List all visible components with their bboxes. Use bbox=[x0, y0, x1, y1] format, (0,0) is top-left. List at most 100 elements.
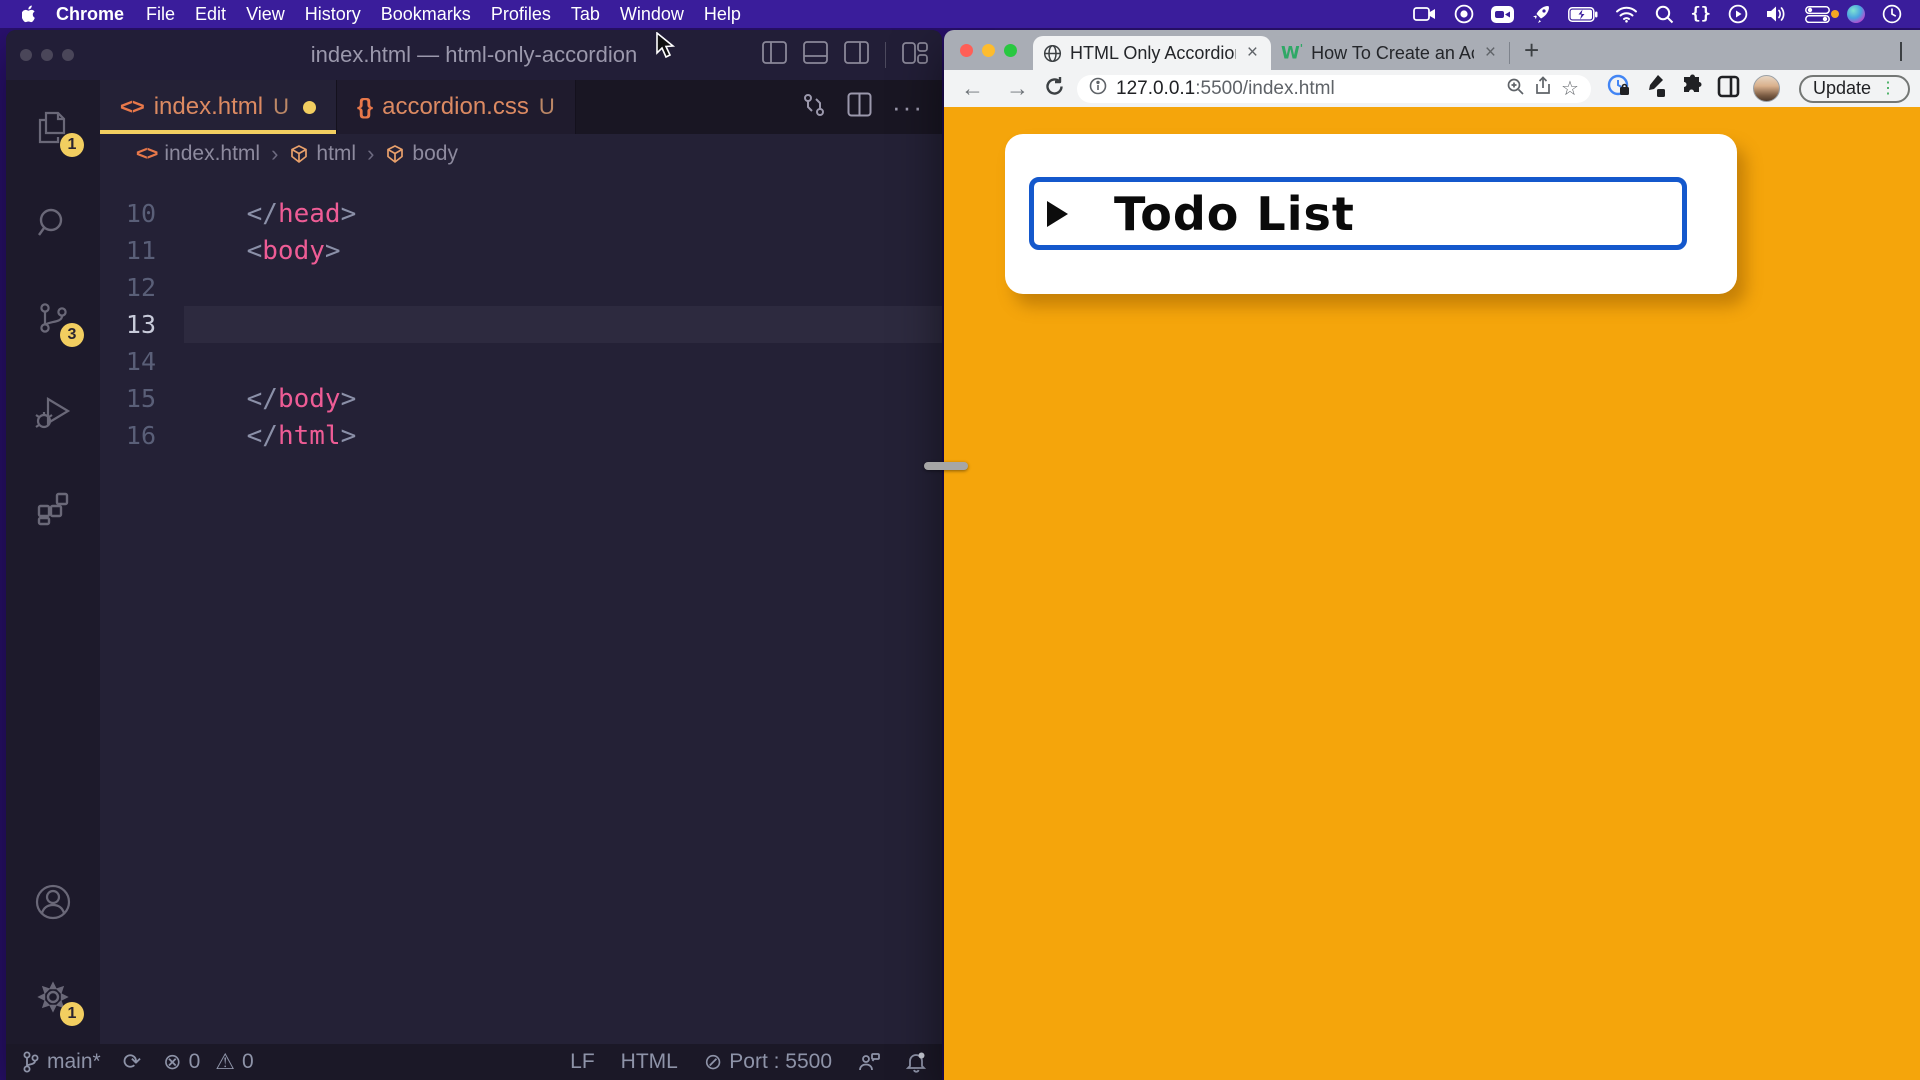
menu-tab[interactable]: Tab bbox=[561, 4, 610, 25]
customize-layout-icon[interactable] bbox=[902, 41, 928, 70]
line-number: 16 bbox=[100, 421, 184, 450]
extensions-puzzle-icon[interactable] bbox=[1680, 74, 1704, 103]
menu-file[interactable]: File bbox=[136, 4, 185, 25]
tab-label: accordion.css bbox=[382, 93, 529, 121]
html-file-icon: <> bbox=[120, 94, 144, 120]
code-line-11[interactable]: 11 <body> bbox=[100, 232, 942, 269]
menu-edit[interactable]: Edit bbox=[185, 4, 236, 25]
forward-button[interactable]: → bbox=[999, 75, 1036, 102]
side-panel-icon[interactable] bbox=[1717, 75, 1740, 103]
play-circle-icon[interactable] bbox=[1728, 3, 1748, 25]
video-camera-icon[interactable] bbox=[1491, 3, 1514, 25]
new-tab-button[interactable]: + bbox=[1510, 35, 1553, 66]
eyedropper-extension-icon[interactable] bbox=[1644, 73, 1667, 104]
menu-view[interactable]: View bbox=[236, 4, 295, 25]
language-mode[interactable]: HTML bbox=[621, 1050, 678, 1074]
page-info-icon[interactable] bbox=[1089, 77, 1107, 100]
breadcrumb-html[interactable]: html bbox=[289, 142, 356, 166]
activitybar-settings-icon[interactable]: 1 bbox=[6, 949, 100, 1044]
record-icon[interactable] bbox=[1454, 3, 1474, 25]
code-line-12[interactable]: 12 bbox=[100, 269, 942, 306]
search-icon[interactable] bbox=[1655, 3, 1674, 25]
code-line-13[interactable]: 13 bbox=[100, 306, 942, 343]
split-editor-icon[interactable] bbox=[847, 92, 872, 122]
menu-chrome[interactable]: Chrome bbox=[44, 4, 136, 25]
line-number: 15 bbox=[100, 384, 184, 413]
minimize-window-button[interactable] bbox=[982, 44, 995, 57]
activitybar-run-debug-icon[interactable] bbox=[6, 365, 100, 460]
vscode-window-title: index.html — html-only-accordion bbox=[311, 42, 637, 68]
open-changes-icon[interactable] bbox=[801, 92, 827, 123]
close-window-button[interactable] bbox=[960, 44, 973, 57]
close-tab-icon[interactable]: × bbox=[1244, 42, 1261, 64]
code-line-10[interactable]: 10 </head> bbox=[100, 195, 942, 232]
url-text[interactable]: 127.0.0.1:5500/index.html bbox=[1116, 78, 1335, 100]
breadcrumb-body[interactable]: body bbox=[385, 142, 458, 166]
menu-bookmarks[interactable]: Bookmarks bbox=[371, 4, 481, 25]
more-actions-icon[interactable]: ··· bbox=[892, 92, 924, 123]
back-button[interactable]: ← bbox=[954, 75, 991, 102]
feedback-icon[interactable] bbox=[858, 1052, 880, 1072]
minimize-window-button[interactable] bbox=[41, 49, 53, 61]
vscode-title-bar[interactable]: index.html — html-only-accordion bbox=[6, 30, 942, 80]
activitybar-explorer-icon[interactable]: 1 bbox=[6, 80, 100, 175]
notifications-bell-icon[interactable] bbox=[906, 1051, 926, 1073]
menu-profiles[interactable]: Profiles bbox=[481, 4, 561, 25]
activitybar-extensions-icon[interactable] bbox=[6, 460, 100, 555]
editor-tab-index.html[interactable]: <>index.htmlU bbox=[100, 80, 337, 134]
rocket-icon[interactable] bbox=[1531, 3, 1551, 25]
breadcrumb-index.html[interactable]: <>index.html bbox=[136, 142, 260, 166]
sync-changes-button[interactable]: ⟳ bbox=[123, 1049, 141, 1075]
toggle-panel-icon[interactable] bbox=[803, 41, 828, 69]
menu-help[interactable]: Help bbox=[694, 4, 751, 25]
tab-title: How To Create an Accordion bbox=[1311, 43, 1474, 64]
bookmark-star-icon[interactable]: ☆ bbox=[1561, 79, 1579, 99]
code-editor[interactable]: 10 </head>11 <body>12 13 1415 </body>16 </… bbox=[100, 174, 942, 1044]
code-line-15[interactable]: 15 </body> bbox=[100, 380, 942, 417]
line-number: 13 bbox=[100, 310, 184, 339]
window-resize-handle[interactable] bbox=[924, 462, 968, 470]
close-window-button[interactable] bbox=[20, 49, 32, 61]
activitybar-source-control-icon[interactable]: 3 bbox=[6, 270, 100, 365]
update-chrome-button[interactable]: Update ⋮ bbox=[1799, 75, 1910, 103]
vscode-traffic-lights[interactable] bbox=[20, 49, 74, 61]
activitybar-search-icon[interactable] bbox=[6, 175, 100, 270]
battery-charging-icon[interactable] bbox=[1568, 3, 1598, 25]
editor-tab-accordion.css[interactable]: {}accordion.cssU bbox=[337, 80, 576, 134]
profile-avatar[interactable] bbox=[1753, 75, 1780, 102]
toggle-secondary-sidebar-icon[interactable] bbox=[844, 41, 869, 69]
share-icon[interactable] bbox=[1534, 76, 1552, 101]
menu-window[interactable]: Window bbox=[610, 4, 694, 25]
address-bar[interactable]: 127.0.0.1:5500/index.html ☆ bbox=[1077, 75, 1591, 103]
code-line-16[interactable]: 16 </html> bbox=[100, 417, 942, 454]
toggle-sidebar-icon[interactable] bbox=[762, 41, 787, 69]
camera-icon[interactable] bbox=[1413, 3, 1437, 25]
apple-logo-icon[interactable] bbox=[14, 5, 44, 23]
breadcrumb-chevron-icon: › bbox=[365, 141, 376, 167]
close-tab-icon[interactable]: × bbox=[1482, 42, 1499, 64]
problems-status[interactable]: ⊗0 ⚠0 bbox=[163, 1049, 254, 1075]
browser-tab[interactable]: HTML Only Accordion× bbox=[1033, 36, 1271, 70]
chrome-traffic-lights[interactable] bbox=[944, 44, 1033, 70]
siri-icon[interactable] bbox=[1847, 3, 1865, 25]
git-branch-status[interactable]: main* bbox=[22, 1050, 101, 1074]
tab-search-chevron-icon[interactable] bbox=[1900, 42, 1920, 60]
wifi-icon[interactable] bbox=[1615, 3, 1638, 25]
zoom-window-button[interactable] bbox=[1004, 44, 1017, 57]
control-center-icon[interactable] bbox=[1805, 3, 1830, 25]
menu-history[interactable]: History bbox=[295, 4, 371, 25]
code-line-14[interactable]: 14 bbox=[100, 343, 942, 380]
zoom-window-button[interactable] bbox=[62, 49, 74, 61]
volume-icon[interactable] bbox=[1765, 3, 1788, 25]
reload-button[interactable] bbox=[1044, 76, 1065, 102]
live-server-port[interactable]: ⊘Port : 5500 bbox=[704, 1049, 832, 1075]
browser-tab[interactable]: W'How To Create an Accordion× bbox=[1271, 36, 1509, 70]
privacy-clock-extension-icon[interactable] bbox=[1607, 74, 1631, 103]
chrome-tab-strip: HTML Only Accordion×W'How To Create an A… bbox=[944, 30, 1920, 70]
eol-indicator[interactable]: LF bbox=[570, 1050, 595, 1074]
activitybar-account-icon[interactable] bbox=[6, 854, 100, 949]
code-braces-icon[interactable]: {} bbox=[1691, 3, 1711, 25]
accordion-summary[interactable]: Todo List bbox=[1029, 177, 1687, 250]
clock-icon[interactable] bbox=[1882, 3, 1902, 25]
zoom-icon[interactable] bbox=[1506, 77, 1525, 101]
